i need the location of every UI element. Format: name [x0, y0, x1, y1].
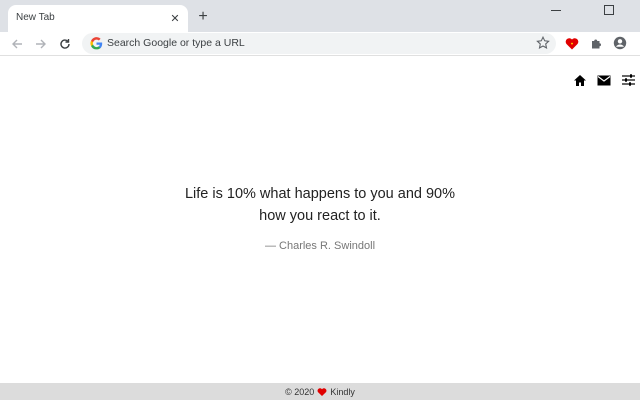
footer: © 2020 Kindly — [0, 383, 640, 400]
quote-line-2: how you react to it. — [259, 208, 381, 224]
star-icon[interactable] — [536, 36, 550, 50]
address-bar[interactable]: Search Google or type a URL — [82, 33, 556, 54]
omnibox-placeholder: Search Google or type a URL — [107, 37, 245, 49]
heart-icon — [317, 387, 327, 396]
quote-line-1: Life is 10% what happens to you and 90% — [184, 186, 456, 202]
puzzle-icon[interactable] — [588, 35, 604, 51]
footer-copyright: © 2020 — [285, 386, 315, 397]
tab-strip: New Tab ✕ + — [0, 0, 640, 32]
google-icon — [90, 37, 103, 50]
tab-new-tab[interactable]: New Tab ✕ — [8, 5, 188, 32]
close-icon[interactable]: ✕ — [168, 11, 182, 25]
quote-text: Life is 10% what happens to you and 90% … — [120, 183, 520, 227]
home-icon[interactable] — [572, 72, 588, 88]
tab-title: New Tab — [16, 12, 55, 23]
minimize-icon[interactable] — [548, 2, 564, 18]
browser-toolbar: Search Google or type a URL — [0, 32, 640, 56]
quote-author: — Charles R. Swindoll — [264, 240, 376, 252]
sliders-icon[interactable] — [620, 72, 636, 88]
footer-brand: Kindly — [330, 386, 355, 397]
envelope-icon[interactable] — [596, 72, 612, 88]
heart-extension-icon[interactable]: ♥ — [564, 35, 580, 51]
reload-icon[interactable] — [56, 35, 74, 53]
back-arrow-icon[interactable] — [8, 35, 26, 53]
account-icon[interactable] — [612, 35, 628, 51]
forward-arrow-icon[interactable] — [32, 35, 50, 53]
plus-icon[interactable]: + — [194, 8, 212, 26]
maximize-icon[interactable] — [602, 3, 614, 15]
